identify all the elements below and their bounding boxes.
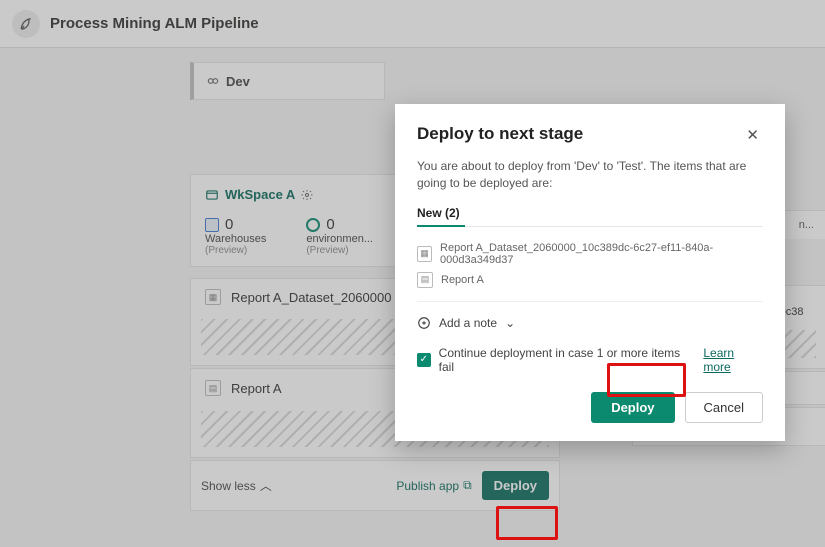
modal-deploy-button[interactable]: Deploy [591,392,674,423]
chevron-down-icon: ⌄ [505,316,515,330]
continue-checkbox[interactable]: ✓ [417,353,431,367]
dataset-icon: ▦ [417,246,432,262]
modal-cancel-button[interactable]: Cancel [685,392,763,423]
modal-title: Deploy to next stage [417,124,583,144]
close-icon[interactable]: ✕ [742,124,763,146]
deploy-modal: Deploy to next stage ✕ You are about to … [395,104,785,441]
learn-more-link[interactable]: Learn more [703,346,763,374]
note-icon [417,316,431,330]
add-note-toggle[interactable]: Add a note ⌄ [417,316,763,330]
continue-label: Continue deployment in case 1 or more it… [439,346,692,374]
modal-item-list: ▦Report A_Dataset_2060000_10c389dc-6c27-… [417,239,763,302]
modal-description: You are about to deploy from 'Dev' to 'T… [417,158,763,192]
modal-tab-new[interactable]: New (2) [417,206,763,227]
report-icon: ▤ [417,272,433,288]
